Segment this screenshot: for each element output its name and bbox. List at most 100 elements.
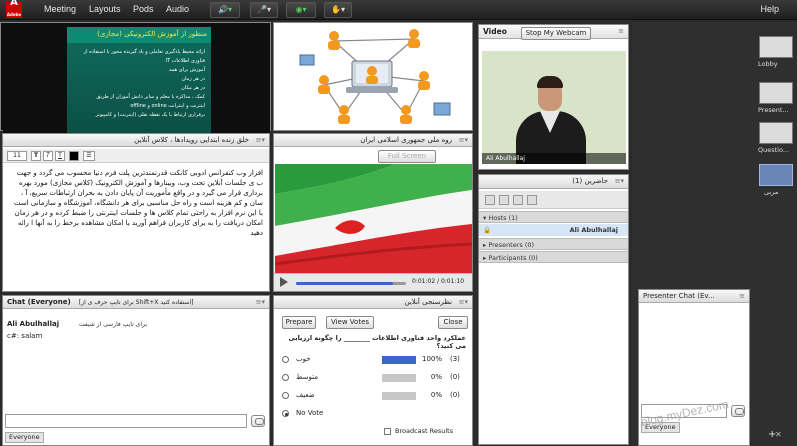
chat-target-tab[interactable]: Everyone	[5, 432, 44, 443]
layout-label: Present...	[758, 106, 789, 114]
status-view-icon[interactable]	[499, 195, 509, 205]
poll-result-bar	[382, 392, 416, 400]
play-icon[interactable]	[280, 277, 288, 287]
slide-line: کمک ، مذاکره با معلم و سایر دانش آموزان …	[96, 94, 205, 100]
poll-question: عملکرد واحد فناوری اطلاعات ________ را چ…	[288, 334, 466, 350]
radio-button[interactable]	[282, 356, 289, 363]
media-time: 0:01:02 / 0:01:10	[412, 278, 465, 285]
host-user-row[interactable]: 🔒 Ali Abulhallaj	[479, 224, 628, 236]
chat-input[interactable]	[5, 414, 247, 428]
poll-option-label: خوب	[296, 355, 311, 363]
fullscreen-button[interactable]: Full Screen	[378, 150, 436, 163]
seek-bar[interactable]	[296, 282, 406, 285]
slide-line: ارائه محیط یادگیری تعاملی و یاد گیرنده م…	[83, 49, 205, 55]
webcam-person-name: Ali Abulhallaj	[482, 153, 626, 164]
notes-format-toolbar: 11 T T T ☰	[3, 149, 269, 163]
host-user-name: Ali Abulhallaj	[569, 226, 618, 234]
font-size-select[interactable]: 11	[7, 151, 27, 161]
poll-option[interactable]: خوب 100% (3)	[282, 354, 466, 366]
speaker-toggle-icon[interactable]: 🔊▾	[210, 2, 240, 18]
poll-result-fill	[382, 356, 416, 364]
poll-pod: نظرسنجی آنلاین ≡▾ Prepare View Votes Clo…	[273, 295, 473, 446]
raise-hand-status-icon[interactable]: ✋▾	[324, 2, 352, 18]
attendees-pod-title: حاضرین (1)	[572, 177, 608, 185]
presenter-chat-menu-icon[interactable]: ≡	[739, 290, 745, 302]
attendee-settings-icon[interactable]	[513, 195, 523, 205]
poll-option-label: ضعیف	[296, 391, 315, 399]
attendees-pod-menu-icon[interactable]: ≡▾	[615, 175, 624, 187]
poll-option-count: (0)	[450, 391, 460, 399]
poll-option[interactable]: ضعیف 0% (0)	[282, 390, 466, 402]
attendee-options-icon[interactable]	[527, 195, 537, 205]
layout-thumb-teacher[interactable]	[759, 164, 793, 186]
hosts-section[interactable]: ▾ Hosts (1)	[479, 211, 628, 223]
prepare-button[interactable]: Prepare	[282, 316, 316, 329]
notes-pod-header: خلق زنده ابتدایی رویدادها ، کلاس آنلاین …	[3, 134, 269, 147]
poll-option[interactable]: No Vote	[282, 408, 466, 420]
layout-thumb-lobby[interactable]	[759, 36, 793, 58]
stop-webcam-button[interactable]: Stop My Webcam	[521, 27, 591, 40]
webcam-feed: Ali Abulhallaj	[482, 51, 626, 164]
menu-audio[interactable]: Audio	[166, 4, 189, 14]
italic-icon[interactable]: T	[43, 151, 53, 161]
poll-option[interactable]: متوسط 0% (0)	[282, 372, 466, 384]
chat-message-hint: برای تایپ فارسی از شیفت	[79, 321, 147, 328]
media-pod-header: روه ملی جمهوری اسلامی ایران ≡▾	[274, 134, 472, 147]
bold-icon[interactable]: T	[31, 151, 41, 161]
poll-option-label: No Vote	[296, 409, 324, 417]
underline-icon[interactable]: T	[55, 151, 65, 161]
menu-meeting[interactable]: Meeting	[44, 4, 76, 14]
webcam-toggle-icon[interactable]: ◉▾	[286, 2, 316, 18]
presenters-label: Presenters (0)	[488, 241, 535, 249]
view-votes-button[interactable]: View Votes	[326, 316, 374, 329]
slide-line: آموزش برای همه	[168, 67, 205, 73]
microphone-toggle-icon[interactable]: 🎤▾	[250, 2, 278, 18]
seek-progress	[296, 282, 393, 285]
radio-button[interactable]	[282, 410, 289, 417]
media-pod-menu-icon[interactable]: ≡▾	[459, 134, 468, 146]
presenter-send-icon[interactable]	[731, 405, 745, 417]
send-message-icon[interactable]	[251, 415, 265, 427]
radio-button[interactable]	[282, 392, 289, 399]
layout-label: Questio...	[758, 146, 790, 154]
notes-pod: خلق زنده ابتدایی رویدادها ، کلاس آنلاین …	[2, 133, 270, 292]
presenter-chat-title: Presenter Chat (Ev...	[643, 292, 715, 300]
video-pod: Video Stop My Webcam ≡ Ali Abulhallaj	[478, 24, 629, 170]
video-pod-menu-icon[interactable]: ≡	[618, 27, 624, 35]
menu-help[interactable]: Help	[760, 4, 779, 14]
poll-pod-menu-icon[interactable]: ≡▾	[459, 296, 468, 308]
list-view-icon[interactable]	[485, 195, 495, 205]
broadcast-results-label: Broadcast Results	[395, 427, 454, 435]
hosts-label: Hosts (1)	[488, 214, 518, 222]
radio-button[interactable]	[282, 374, 289, 381]
video-pod-title: Video	[483, 27, 507, 36]
poll-pod-title: نظرسنجی آنلاین	[404, 298, 452, 306]
close-panel-icon[interactable]: ✕	[775, 430, 782, 439]
iran-flag-illustration	[275, 164, 472, 273]
broadcast-results-checkbox[interactable]	[384, 428, 391, 435]
menu-pods[interactable]: Pods	[133, 4, 154, 14]
menu-layouts[interactable]: Layouts	[89, 4, 121, 14]
presenters-section[interactable]: ▸ Presenters (0)	[479, 238, 628, 250]
text-color-icon[interactable]	[69, 151, 79, 161]
poll-option-percent: 0%	[430, 391, 442, 399]
media-controls: 0:01:02 / 0:01:10	[274, 273, 472, 291]
bullet-list-icon[interactable]: ☰	[83, 151, 95, 161]
media-pod: روه ملی جمهوری اسلامی ایران ≡▾ Full Scre…	[273, 133, 473, 292]
attendees-toolbar	[479, 191, 628, 209]
chat-pod: Chat (Everyone) [برای تایپ حرف ی از Shif…	[2, 295, 270, 446]
slide-heading: منظور از آموزش الکترونیکی (مجازی)	[67, 27, 211, 43]
layout-thumb-present[interactable]	[759, 82, 793, 104]
layout-thumb-questions[interactable]	[759, 122, 793, 144]
poll-option-count: (3)	[450, 355, 460, 363]
adobe-logo-icon: Adobe	[6, 0, 22, 18]
participants-section[interactable]: ▸ Participants (0)	[479, 251, 628, 263]
close-poll-button[interactable]: Close	[438, 316, 468, 329]
chat-pod-menu-icon[interactable]: ≡▾	[256, 296, 265, 308]
notes-pod-menu-icon[interactable]: ≡▾	[256, 134, 265, 146]
poll-option-count: (0)	[450, 373, 460, 381]
video-player-frame	[275, 164, 472, 273]
slide-line: در هر زمان	[181, 76, 205, 82]
notes-text[interactable]: افزار وب کنفرانس ادوبی کانکت قدرتمندترین…	[9, 168, 263, 238]
chat-hint: [برای تایپ حرف ی از Shift+X استفاده کنید…	[78, 299, 194, 306]
